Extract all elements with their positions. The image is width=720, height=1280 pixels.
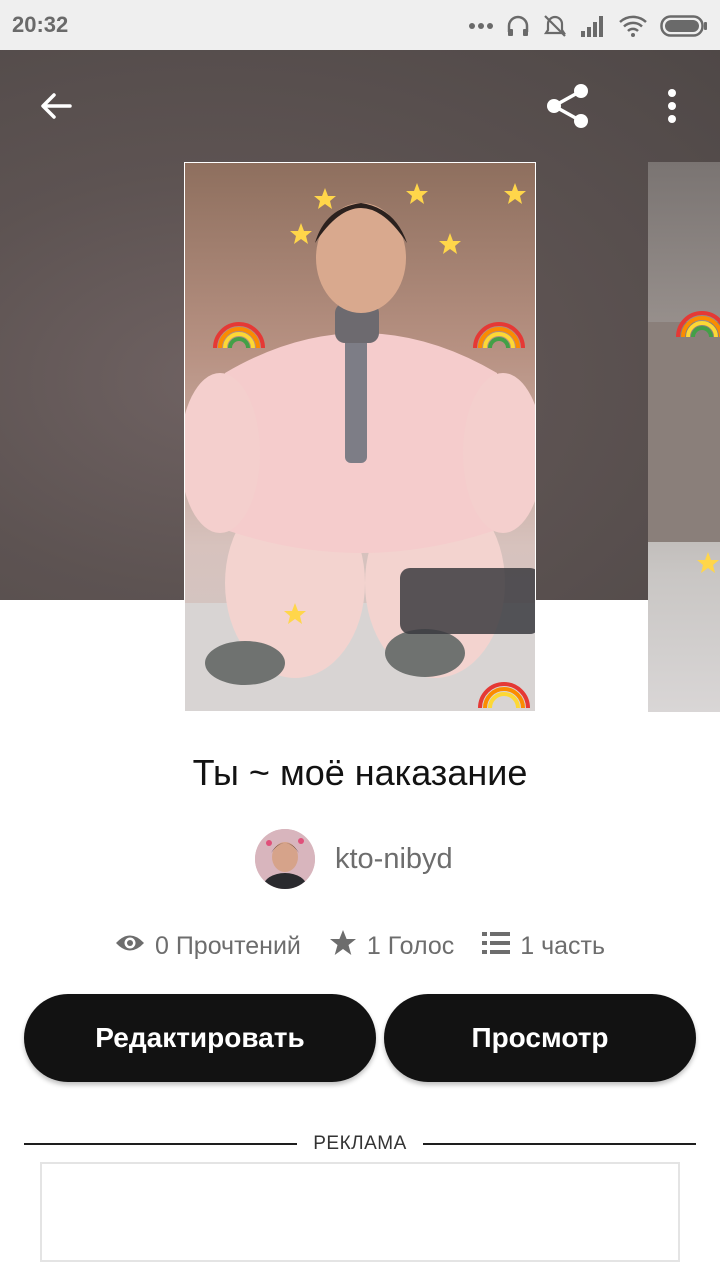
next-cover-preview[interactable]	[648, 162, 720, 712]
battery-icon	[660, 14, 708, 38]
story-stats: 0 Прочтений 1 Голос 1 часть	[0, 926, 720, 966]
back-button[interactable]	[28, 80, 84, 136]
status-time: 20:32	[12, 12, 69, 37]
star-icon	[329, 929, 357, 964]
reads-count: 0 Прочтений	[154, 931, 301, 960]
ad-divider-line-right	[422, 1143, 696, 1145]
ad-divider: РЕКЛАМА	[24, 1130, 696, 1158]
author-avatar	[255, 829, 315, 889]
next-cover-illustration	[648, 311, 720, 573]
eye-icon	[115, 932, 145, 961]
signal-icon	[580, 15, 606, 37]
more-vertical-icon	[667, 88, 677, 129]
author-name: kto-nibyd	[335, 842, 453, 875]
status-bar: 20:32	[0, 0, 720, 50]
view-button[interactable]: Просмотр	[384, 994, 696, 1082]
alarm-off-icon	[542, 13, 568, 39]
votes-count: 1 Голос	[366, 931, 455, 960]
arrow-left-icon	[38, 88, 74, 129]
votes-stat: 1 Голос	[329, 929, 454, 964]
story-cover-image[interactable]	[184, 162, 536, 712]
status-icons	[468, 12, 708, 40]
author-link[interactable]: kto-nibyd	[255, 828, 453, 890]
ad-label: РЕКЛАМА	[313, 1133, 407, 1154]
wifi-icon	[618, 14, 648, 38]
share-button[interactable]	[540, 80, 596, 136]
cover-illustration	[185, 183, 535, 711]
story-title: Ты ~ моё наказание	[192, 752, 528, 793]
parts-stat: 1 часть	[482, 931, 605, 962]
headphones-icon	[506, 14, 530, 38]
reads-stat: 0 Прочтений	[115, 932, 301, 961]
more-options-button[interactable]	[644, 80, 700, 136]
ad-divider-line-left	[24, 1143, 298, 1145]
ad-container[interactable]	[40, 1162, 680, 1262]
edit-button[interactable]: Редактировать	[24, 994, 376, 1082]
parts-count: 1 часть	[520, 931, 606, 960]
more-dots-icon	[468, 22, 494, 30]
share-icon	[543, 81, 593, 136]
list-icon	[482, 931, 511, 962]
